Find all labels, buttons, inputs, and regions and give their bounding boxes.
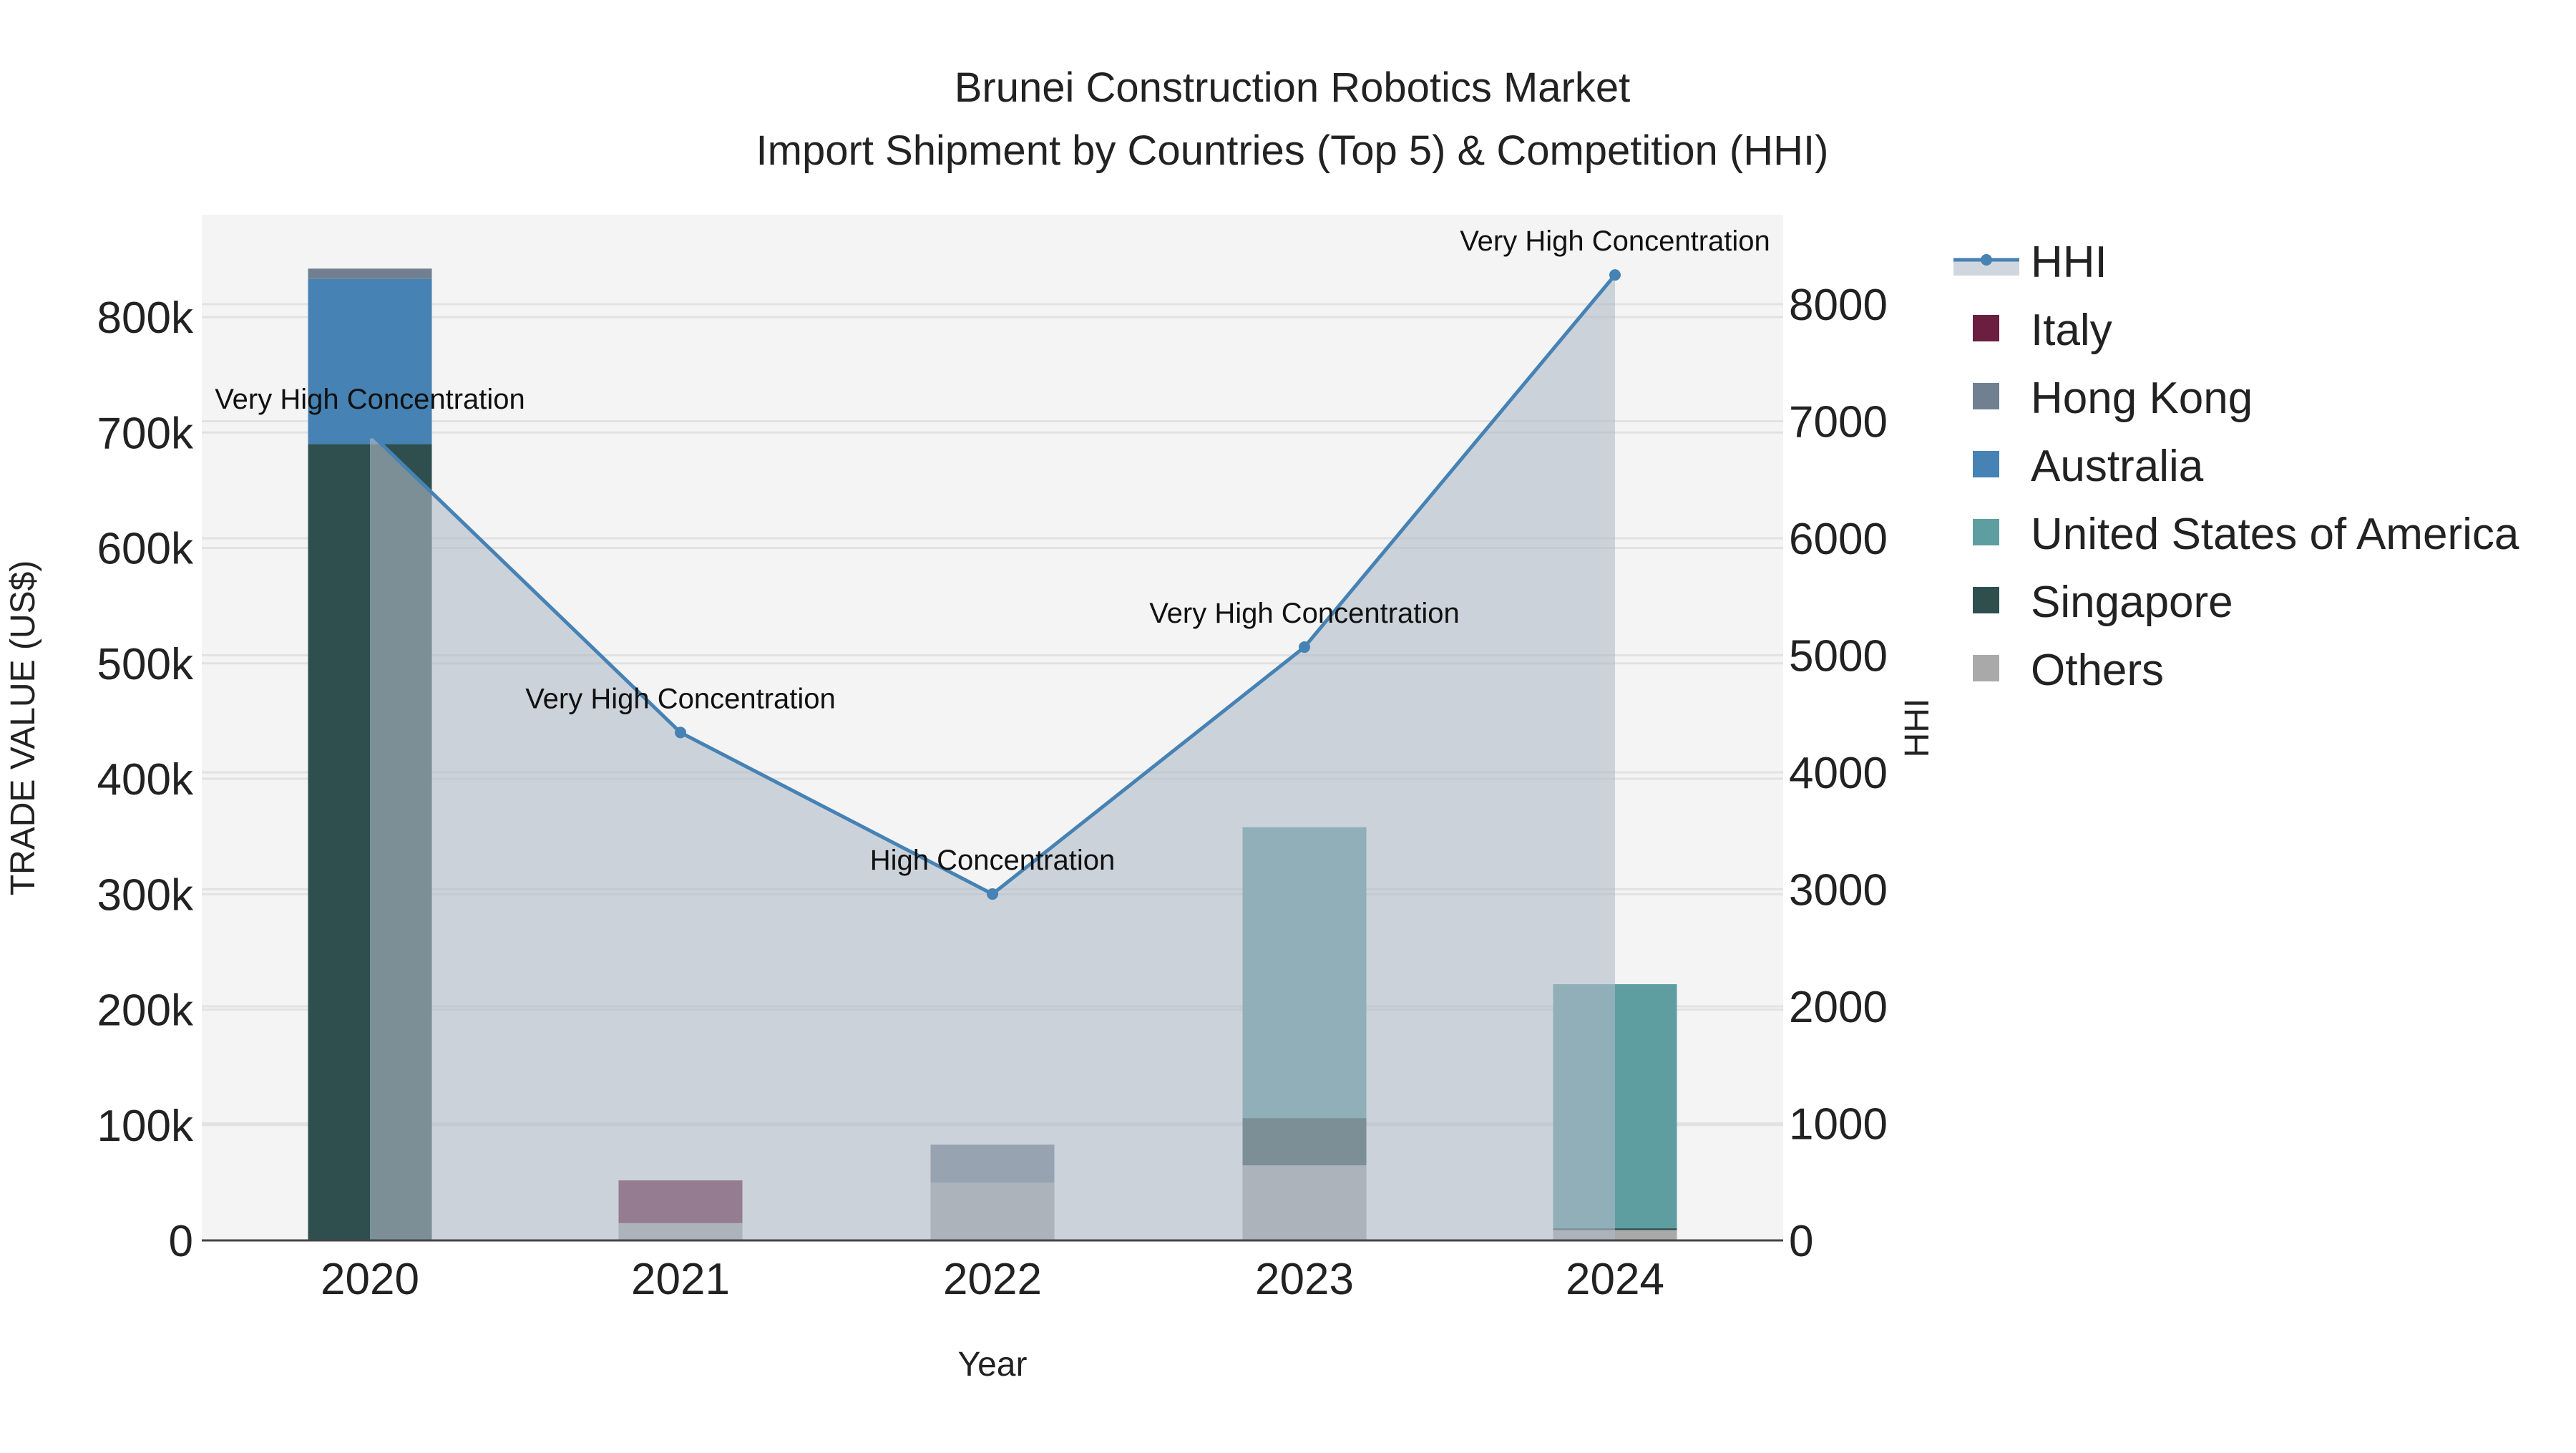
legend-swatch	[1973, 655, 1999, 681]
y2-tick-label: 0	[1789, 1217, 1813, 1266]
hhi-annotation: High Concentration	[870, 845, 1115, 876]
y-tick-label: 600k	[97, 525, 194, 574]
y2-tick-label: 7000	[1789, 398, 1888, 447]
bar-australia[interactable]	[308, 278, 432, 444]
chart-title: Brunei Construction Robotics Market	[955, 64, 1631, 111]
y-tick-label: 700k	[97, 409, 194, 458]
legend-item[interactable]: Others	[2031, 646, 2164, 695]
legend: HHI Italy Hong Kong Australia United States …	[1953, 238, 2519, 695]
y-tick-label: 300k	[97, 870, 194, 920]
hhi-annotation: Very High Concentration	[525, 683, 836, 714]
hhi-point[interactable]	[364, 427, 376, 439]
legend-item[interactable]: Australia	[2031, 442, 2204, 491]
hhi-annotation: Very High Concentration	[1149, 598, 1460, 629]
y-tick-label: 100k	[97, 1102, 194, 1151]
chart-subtitle: Import Shipment by Countries (Top 5) & C…	[756, 127, 1829, 174]
x-tick-label: 2023	[1255, 1255, 1354, 1304]
legend-item[interactable]: Italy	[2031, 306, 2112, 355]
y2-tick-label: 3000	[1789, 866, 1888, 915]
legend-item[interactable]: Hong Kong	[2031, 374, 2253, 423]
y-tick-label: 500k	[97, 640, 194, 689]
y2-tick-label: 8000	[1789, 281, 1888, 330]
legend-swatch	[1973, 587, 1999, 613]
y2-axis-title: HHI	[1898, 699, 1936, 758]
hhi-point[interactable]	[675, 726, 686, 739]
y-axis-title: TRADE VALUE (US$)	[4, 560, 42, 896]
hhi-annotation: Very High Concentration	[1460, 225, 1770, 257]
bar-hong-kong[interactable]	[308, 268, 432, 279]
legend-swatch	[1973, 383, 1999, 409]
y2-tick-label: 1000	[1789, 1100, 1888, 1150]
hhi-point[interactable]	[1609, 269, 1621, 281]
legend-item[interactable]: United States of America	[2031, 510, 2519, 559]
y2-tick-label: 2000	[1789, 983, 1888, 1032]
legend-swatch	[1973, 315, 1999, 341]
legend-item[interactable]: HHI	[2031, 238, 2107, 287]
x-axis-title: Year	[958, 1346, 1028, 1384]
hhi-annotation: Very High Concentration	[215, 384, 525, 415]
y-tick-label: 400k	[97, 755, 194, 805]
y-tick-label: 800k	[97, 293, 194, 343]
y2-tick-label: 4000	[1789, 749, 1888, 798]
y-tick-label: 200k	[97, 986, 194, 1036]
legend-item[interactable]: Singapore	[2031, 578, 2233, 627]
x-tick-label: 2020	[321, 1255, 419, 1304]
hhi-point[interactable]	[987, 888, 998, 900]
legend-hhi-marker-icon	[1981, 254, 1992, 266]
y2-tick-label: 6000	[1789, 515, 1888, 564]
y-tick-label: 0	[169, 1217, 193, 1266]
legend-swatch	[1973, 519, 1999, 545]
x-tick-label: 2021	[631, 1255, 730, 1304]
chart: Very High Concentration Very High Concent…	[4, 64, 2519, 1384]
x-tick-label: 2022	[943, 1255, 1042, 1304]
legend-swatch	[1973, 451, 1999, 477]
hhi-point[interactable]	[1299, 641, 1310, 653]
x-tick-label: 2024	[1566, 1255, 1664, 1304]
y2-tick-label: 5000	[1789, 632, 1888, 681]
